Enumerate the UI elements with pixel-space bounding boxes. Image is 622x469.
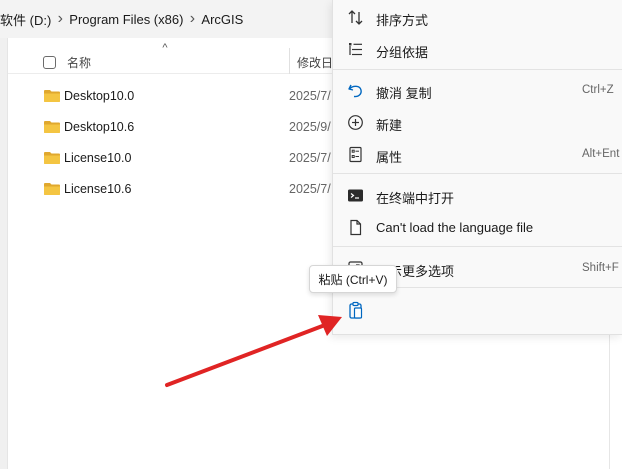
folder-icon bbox=[44, 121, 60, 133]
folder-icon bbox=[44, 152, 60, 164]
column-divider[interactable] bbox=[289, 48, 290, 74]
breadcrumb-drive[interactable]: 软件 (D:) bbox=[0, 10, 51, 29]
annotation-arrow-icon bbox=[165, 315, 342, 387]
breadcrumb-program-files[interactable]: Program Files (x86) bbox=[69, 12, 183, 27]
group-by-icon bbox=[349, 43, 362, 56]
column-name-header[interactable]: 名称 bbox=[67, 54, 91, 71]
menu-separator bbox=[333, 246, 622, 247]
chevron-right-icon[interactable] bbox=[183, 10, 201, 28]
paste-tooltip: 粘贴 (Ctrl+V) bbox=[309, 265, 397, 293]
menu-item-undo-copy[interactable]: 撤消 复制 Ctrl+Z bbox=[333, 75, 622, 105]
file-date: 2025/9/ bbox=[289, 120, 331, 134]
menu-item-label: 排序方式 bbox=[376, 13, 429, 28]
folder-icon bbox=[44, 90, 60, 102]
sort-icon bbox=[348, 10, 363, 25]
menu-item-label: 分组依据 bbox=[376, 45, 429, 60]
menu-separator bbox=[333, 69, 622, 70]
select-all-checkbox[interactable] bbox=[43, 56, 56, 69]
list-item[interactable]: Desktop10.0 2025/7/ bbox=[8, 84, 331, 110]
menu-item-label: Can't load the language file bbox=[376, 220, 534, 235]
file-name: License10.0 bbox=[64, 151, 132, 165]
menu-item-sort[interactable]: 排序方式 bbox=[333, 2, 622, 32]
menu-item-properties[interactable]: 属性 Alt+Ent bbox=[333, 139, 622, 169]
undo-icon bbox=[348, 84, 362, 98]
file-name: Desktop10.6 bbox=[64, 120, 135, 134]
menu-item-language-file[interactable]: Can't load the language file bbox=[333, 212, 622, 242]
chevron-right-icon[interactable] bbox=[51, 10, 69, 28]
new-plus-icon bbox=[348, 115, 363, 130]
menu-item-shortcut: Ctrl+Z bbox=[582, 84, 614, 96]
navigation-pane-edge bbox=[0, 38, 8, 469]
file-date: 2025/7/ bbox=[289, 89, 331, 103]
file-date: 2025/7/ bbox=[289, 151, 331, 165]
menu-item-label: 撤消 复制 bbox=[376, 86, 432, 101]
terminal-icon bbox=[348, 189, 363, 202]
menu-item-group-by[interactable]: 分组依据 bbox=[333, 34, 622, 64]
file-icon bbox=[350, 219, 362, 236]
list-item[interactable]: License10.0 2025/7/ bbox=[8, 146, 331, 172]
menu-item-label: 属性 bbox=[376, 150, 403, 165]
file-name: License10.6 bbox=[64, 182, 132, 196]
menu-item-label: 在终端中打开 bbox=[376, 191, 455, 206]
menu-item-shortcut: Alt+Ent bbox=[582, 148, 620, 160]
menu-item-open-terminal[interactable]: 在终端中打开 bbox=[333, 180, 622, 210]
list-item[interactable]: License10.6 2025/7/ bbox=[8, 177, 331, 203]
file-name: Desktop10.0 bbox=[64, 89, 135, 103]
menu-separator bbox=[333, 173, 622, 174]
menu-item-new[interactable]: 新建 bbox=[333, 107, 622, 137]
breadcrumb-arcgis[interactable]: ArcGIS bbox=[201, 12, 243, 27]
menu-item-shortcut: Shift+F bbox=[582, 262, 619, 274]
properties-icon bbox=[349, 146, 362, 163]
menu-item-label: 新建 bbox=[376, 118, 403, 133]
list-item[interactable]: Desktop10.6 2025/9/ bbox=[8, 115, 331, 141]
sort-ascending-icon: ^ bbox=[162, 42, 168, 54]
pane-divider bbox=[609, 335, 610, 469]
folder-icon bbox=[44, 183, 60, 195]
file-date: 2025/7/ bbox=[289, 182, 331, 196]
